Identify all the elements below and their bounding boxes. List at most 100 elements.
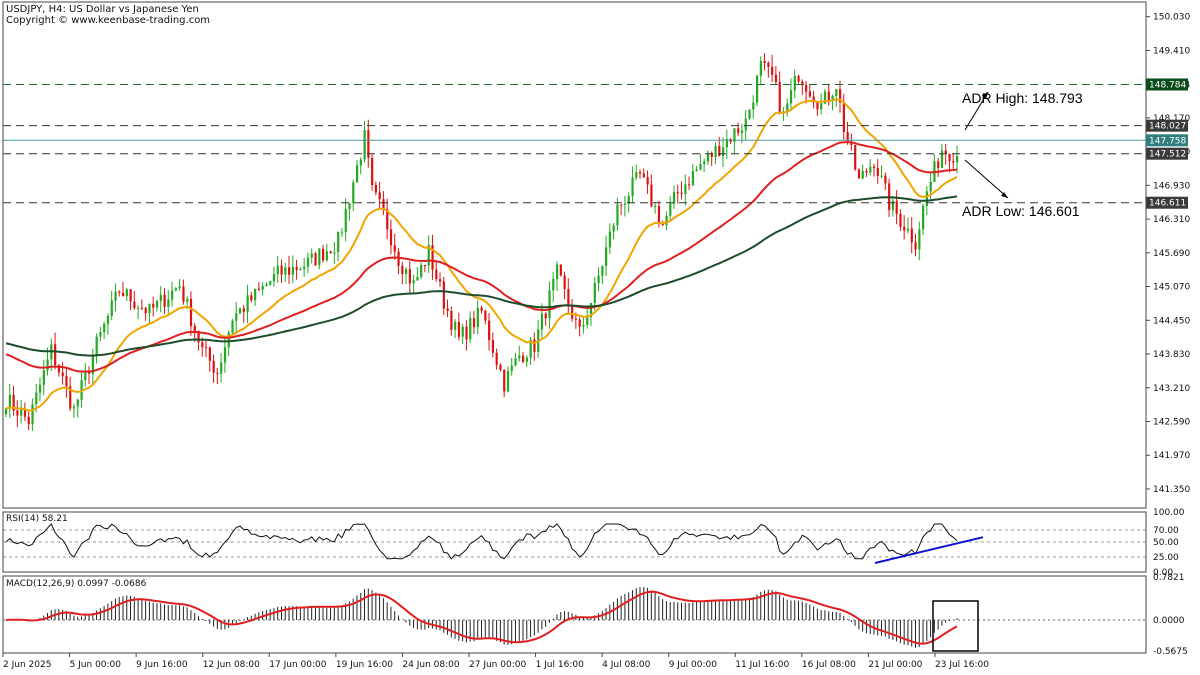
candle-body: [793, 76, 796, 91]
macd-tick-label: 0.0000: [1153, 616, 1185, 626]
adr-high-label: ADR High: 148.793: [962, 90, 1083, 106]
candle-body: [186, 298, 189, 302]
price-tick-label: 150.030: [1153, 13, 1190, 23]
candle-body: [578, 319, 581, 327]
candle-body: [61, 372, 64, 377]
pane-frame-0: [2, 1, 1147, 509]
candle-body: [774, 74, 778, 83]
candle-body: [635, 172, 638, 178]
rsi-line: [5, 523, 958, 560]
candle-body: [872, 166, 876, 169]
candle-body: [242, 308, 245, 312]
candle-body: [816, 102, 819, 110]
candle-body: [295, 266, 298, 271]
candle-body: [95, 336, 98, 356]
x-tick-label: 1 Jul 16:00: [536, 660, 585, 670]
candle-body: [665, 215, 668, 226]
x-tick-label: 24 Jun 08:00: [402, 660, 459, 670]
candle-body: [593, 282, 596, 304]
ema-slow-line: [5, 195, 958, 357]
candle-body: [623, 203, 627, 205]
candle-body: [325, 251, 328, 261]
candle-body: [355, 165, 359, 183]
candle-body: [272, 274, 276, 282]
candle-body: [891, 200, 895, 210]
candle-body: [31, 404, 34, 425]
candle-body: [555, 264, 559, 279]
candle-body: [306, 257, 310, 267]
candle-body: [956, 155, 959, 163]
candle-body: [76, 399, 79, 407]
candle-body: [706, 153, 710, 162]
candle-body: [201, 342, 204, 348]
candle-body: [35, 392, 38, 405]
candle-body: [103, 323, 106, 333]
candle-body: [929, 181, 932, 192]
candle-body: [129, 289, 132, 302]
candle-body: [605, 247, 608, 266]
x-tick-label: 9 Jul 00:00: [669, 660, 718, 670]
candle-body: [544, 313, 547, 319]
macd-label: MACD(12,26,9) 0.0997 -0.0686: [6, 579, 147, 589]
candle-body: [333, 252, 336, 254]
candle-body: [759, 61, 762, 76]
candle-body: [922, 205, 925, 230]
candle-body: [642, 173, 645, 178]
candle-body: [276, 265, 279, 275]
candle-body: [680, 192, 683, 194]
macd-tick-label: -0.5675: [1153, 647, 1188, 657]
candle-body: [940, 150, 944, 168]
candle-body: [631, 177, 634, 197]
candle-body: [639, 172, 642, 174]
candle-body: [586, 317, 589, 325]
candle-body: [378, 192, 381, 200]
candle-body: [348, 203, 351, 209]
candle-body: [133, 301, 136, 308]
macd-tick-label: 0.7821: [1153, 573, 1185, 583]
candle-body: [646, 177, 649, 185]
candle-body: [446, 308, 449, 311]
candle-body: [522, 355, 525, 362]
candle-body: [159, 294, 162, 301]
candle-body: [484, 310, 487, 321]
level-tag-label: 146.611: [1149, 199, 1186, 209]
candle-body: [454, 321, 457, 330]
candle-body: [597, 275, 600, 283]
candle-body: [227, 332, 230, 348]
candle-body: [559, 264, 562, 276]
candle-body: [767, 63, 770, 67]
candle-body: [20, 409, 23, 416]
candle-body: [899, 214, 902, 227]
candle-body: [254, 288, 257, 301]
candle-body: [461, 326, 464, 337]
price-tick-label: 144.450: [1153, 316, 1190, 326]
candle-body: [786, 103, 789, 112]
x-tick-label: 11 Jul 16:00: [735, 660, 789, 670]
candle-body: [412, 280, 415, 284]
candle-body: [152, 303, 155, 308]
candle-body: [257, 288, 261, 290]
candle-body: [612, 225, 615, 232]
candle-body: [171, 290, 174, 300]
candle-body: [423, 265, 427, 267]
candle-body: [571, 305, 574, 319]
candle-body: [854, 144, 857, 170]
candle-body: [99, 332, 102, 337]
candle-body: [763, 61, 766, 64]
candle-body: [608, 231, 612, 248]
level-tag-label: 148.027: [1149, 122, 1186, 132]
candle-body: [363, 129, 366, 160]
candle-body: [438, 279, 442, 282]
level-tag-label: 147.758: [1149, 136, 1186, 146]
candle-body: [525, 357, 528, 362]
ema-fast-line: [5, 98, 958, 412]
candle-body: [722, 147, 725, 157]
x-tick-label: 9 Jun 16:00: [136, 660, 188, 670]
adr-low-label: ADR Low: 146.601: [962, 203, 1080, 219]
candle-body: [820, 103, 823, 110]
candle-body: [865, 170, 868, 173]
usdjpy-h4-chart: 150.030149.410148.784148.170147.550146.9…: [2, 1, 1190, 670]
candle-body: [582, 324, 585, 327]
candle-body: [910, 228, 913, 243]
candle-body: [540, 313, 544, 330]
